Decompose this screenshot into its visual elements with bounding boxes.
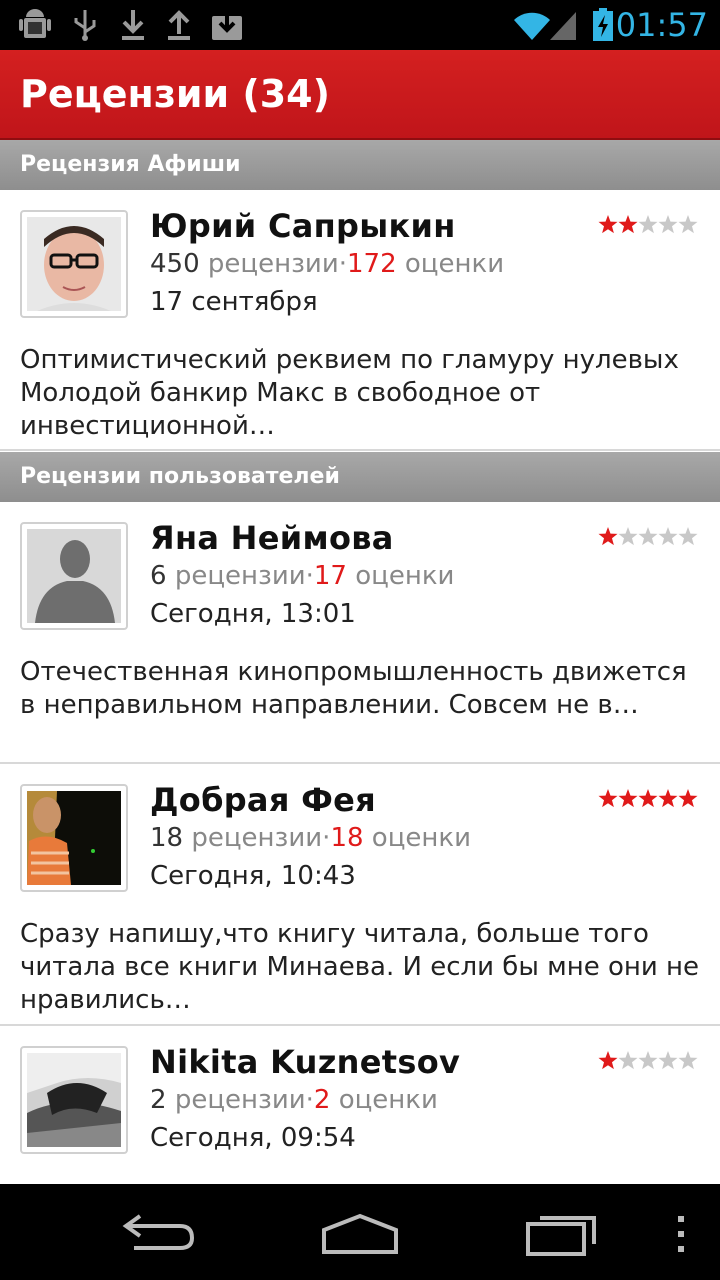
reviewer-name[interactable]: Nikita Kuznetsov [150,1040,460,1084]
section-header-afisha: Рецензия Афиши [0,140,720,190]
review-date: Сегодня, 09:54 [150,1123,356,1153]
page-title: Рецензии (34) [20,72,330,116]
usb-icon [74,10,96,41]
avatar[interactable] [20,1046,128,1154]
ratings-count: 2 [313,1085,331,1115]
reviews-count: 2 [150,1085,167,1115]
star-empty-icon [638,1051,658,1070]
reviewer-name[interactable]: Добрая Фея [150,778,376,822]
star-empty-icon [658,1051,678,1070]
rating-stars [598,789,698,808]
star-empty-icon [638,527,658,546]
clock: 01:57 [615,6,708,44]
avatar-photo [27,217,121,311]
status-bar: 01:57 [0,0,720,50]
review-card[interactable]: Nikita Kuznetsov 2 рецензии·2 оценки Сег… [0,1026,720,1184]
ratings-word: оценки [355,561,455,591]
upload-icon [168,10,190,40]
review-text: Оптимистический реквием по гламуру нулев… [20,345,679,441]
android-debug-icon [19,9,51,38]
reviewer-stats: 18 рецензии·18 оценки [150,823,471,853]
star-filled-icon [638,789,658,808]
home-icon[interactable] [320,1212,400,1254]
avatar[interactable] [20,784,128,892]
avatar[interactable] [20,210,128,318]
reviews-count: 18 [150,823,184,853]
action-bar: Рецензии (34) [0,50,720,140]
star-filled-icon [598,215,618,234]
star-empty-icon [678,527,698,546]
avatar-photo [27,791,121,885]
star-filled-icon [658,789,678,808]
reviewer-name[interactable]: Яна Неймова [150,516,394,560]
ratings-word: оценки [371,823,471,853]
reviewer-name[interactable]: Юрий Сапрыкин [150,204,456,248]
reviews-word: рецензии [191,823,323,853]
star-empty-icon [618,1051,638,1070]
star-filled-icon [598,1051,618,1070]
star-empty-icon [638,215,658,234]
review-card[interactable]: Юрий Сапрыкин 450 рецензии·172 оценки 17… [0,190,720,451]
signal-icon [550,12,576,40]
review-text: Отечественная кинопромышленность движетс… [20,657,687,720]
navigation-bar [0,1184,720,1280]
default-avatar-icon [27,529,121,623]
battery-charging-icon [593,8,613,41]
ratings-count: 18 [330,823,364,853]
star-empty-icon [658,527,678,546]
star-empty-icon [658,215,678,234]
reviews-word: рецензии [207,249,339,279]
reviews-word: рецензии [174,1085,306,1115]
star-filled-icon [618,789,638,808]
reviews-count: 6 [150,561,167,591]
star-filled-icon [598,789,618,808]
review-card[interactable]: Яна Неймова 6 рецензии·17 оценки Сегодня… [0,502,720,764]
overflow-menu-icon[interactable] [674,1214,688,1254]
star-filled-icon [618,215,638,234]
star-filled-icon [598,527,618,546]
ratings-word: оценки [338,1085,438,1115]
wifi-icon [514,12,550,41]
review-date: 17 сентября [150,287,318,317]
reviewer-stats: 6 рецензии·17 оценки [150,561,455,591]
download-icon [122,10,144,40]
ratings-word: оценки [404,249,505,279]
review-text: Сразу напишу,что книгу читала, больше то… [20,919,700,1015]
rating-stars [598,527,698,546]
review-date: Сегодня, 10:43 [150,861,356,891]
reviews-word: рецензии [174,561,306,591]
reviewer-stats: 2 рецензии·2 оценки [150,1085,438,1115]
reviewer-stats: 450 рецензии·172 оценки [150,249,505,279]
star-empty-icon [618,527,638,546]
star-empty-icon [678,215,698,234]
rating-stars [598,215,698,234]
avatar[interactable] [20,522,128,630]
back-icon[interactable] [120,1212,196,1252]
ratings-count: 172 [346,249,397,279]
review-card[interactable]: Добрая Фея 18 рецензии·18 оценки Сегодня… [0,764,720,1026]
star-empty-icon [678,1051,698,1070]
reviews-count: 450 [150,249,200,279]
recent-apps-icon[interactable] [524,1210,600,1256]
ratings-count: 17 [313,561,347,591]
avatar-photo [27,1053,121,1147]
section-header-users: Рецензии пользователей [0,452,720,502]
review-date: Сегодня, 13:01 [150,599,356,629]
rating-stars [598,1051,698,1070]
star-filled-icon [678,789,698,808]
download-box-icon [212,12,242,40]
